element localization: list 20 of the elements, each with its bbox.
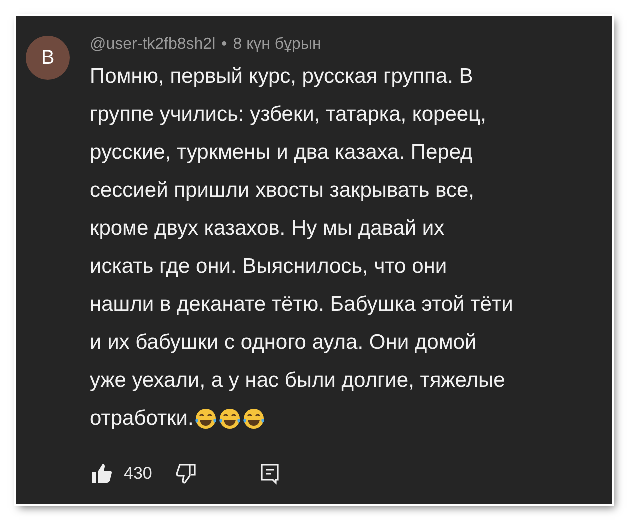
- thumbs-up-icon[interactable]: [90, 462, 114, 486]
- like-count: 430: [124, 464, 152, 484]
- comment-text-line: искать где они. Выяснилось, что они: [90, 254, 448, 280]
- avatar[interactable]: В: [26, 36, 70, 80]
- separator-dot: •: [222, 36, 228, 54]
- comment-text-line: кроме двух казахов. Ну мы давай их: [90, 216, 445, 242]
- comment-time: 8 күн бұрын: [233, 36, 322, 54]
- comment-text-line: Помню, первый курс, русская группа. В: [90, 64, 474, 90]
- laughing-emoji-icon: [242, 407, 266, 431]
- comment-text-line: русские, туркмены и два казаха. Перед: [90, 140, 473, 166]
- comment-text-line: и их бабушки с одного аула. Они домой: [90, 330, 477, 356]
- comment-text-line: отработки.: [90, 406, 194, 432]
- comment-text-line: уже уехали, а у нас были долгие, тяжелые: [90, 368, 506, 394]
- comment-text-line: нашли в деканате тётю. Бабушка этой тёти: [90, 292, 514, 318]
- comment-text-line: сессией пришли хвосты закрывать все,: [90, 178, 474, 204]
- laughing-emoji-icon: [194, 407, 218, 431]
- laughing-emoji-icon: [218, 407, 242, 431]
- comment-author[interactable]: @user-tk2fb8sh2l: [90, 36, 216, 54]
- comment-text-line: группе учились: узбеки, татарка, кореец,: [90, 102, 486, 128]
- thumbs-down-icon[interactable]: [174, 462, 198, 486]
